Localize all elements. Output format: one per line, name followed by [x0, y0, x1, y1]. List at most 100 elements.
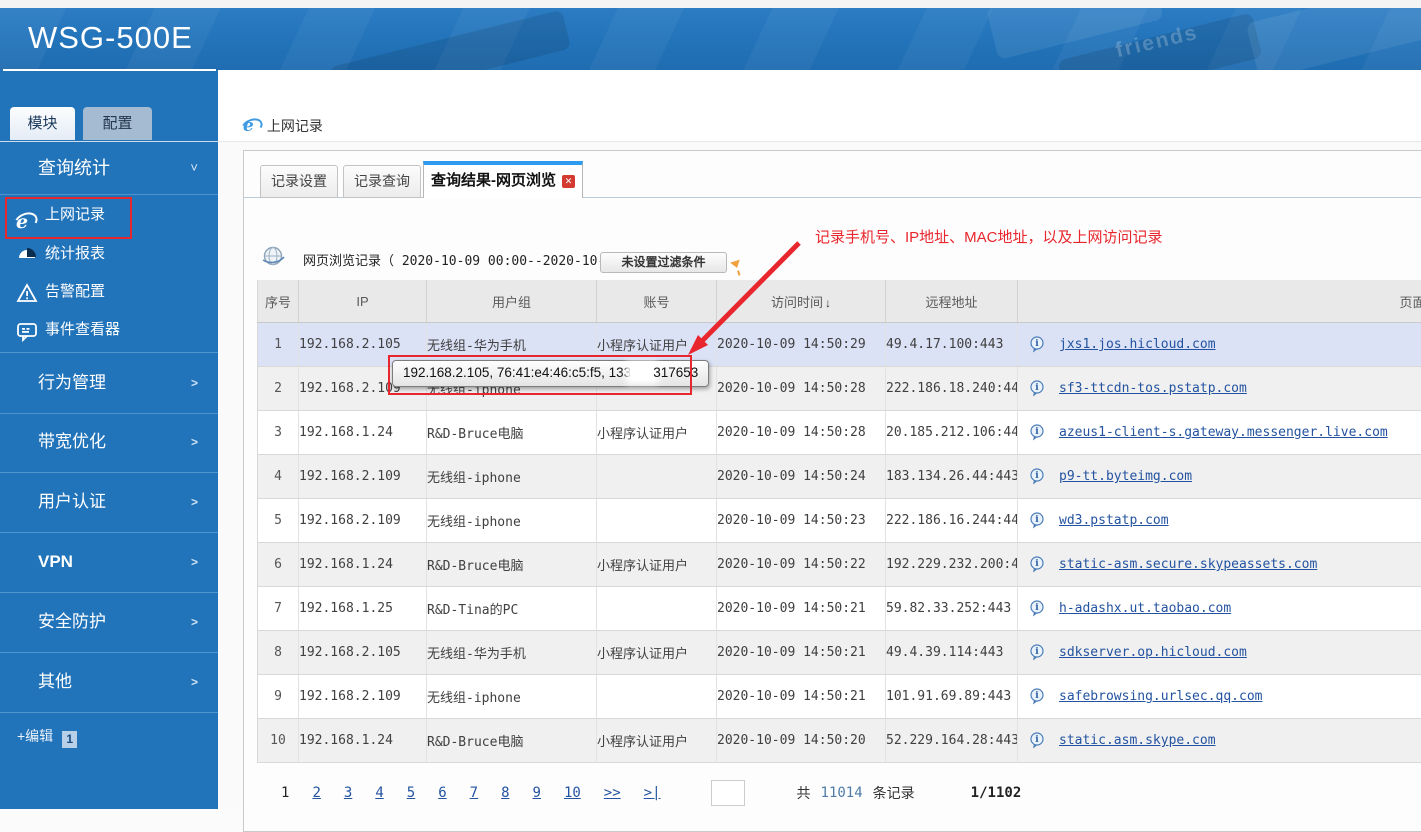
page-url-link[interactable]: sf3-ttcdn-tos.pstatp.com	[1059, 381, 1247, 396]
tab-query-result-web[interactable]: 查询结果-网页浏览✕	[423, 161, 583, 198]
page-url-link[interactable]: azeus1-client-s.gateway.messenger.live.c…	[1059, 425, 1388, 440]
col-header-ip[interactable]: IP	[299, 280, 427, 323]
svg-text:i: i	[1035, 383, 1039, 393]
cell-remote: 49.4.39.114:443	[886, 631, 1018, 675]
close-icon[interactable]: ✕	[562, 175, 575, 188]
table-row[interactable]: 6 192.168.1.24 R&D-Bruce电脑 小程序认证用户 2020-…	[258, 543, 1421, 587]
cell-remote: 49.4.17.100:443	[886, 323, 1018, 367]
sidebar-item-event-viewer[interactable]: 事件查看器	[0, 311, 218, 349]
cell-account: 小程序认证用户	[597, 631, 717, 675]
chevron-right-icon: >	[191, 532, 198, 592]
info-icon[interactable]: i	[1030, 512, 1044, 529]
tab-record-query[interactable]: 记录查询	[343, 165, 421, 198]
page-link-10[interactable]: 10	[564, 785, 581, 801]
page-link-3[interactable]: 3	[344, 785, 352, 801]
sidebar-group-other[interactable]: 其他 >	[0, 652, 218, 713]
page-link-4[interactable]: 4	[375, 785, 383, 801]
cell-group: 无线组-iphone	[427, 675, 597, 719]
group-label: VPN	[38, 552, 73, 571]
info-icon[interactable]: i	[1030, 556, 1044, 573]
sidebar-group-vpn[interactable]: VPN >	[0, 532, 218, 593]
last-page-link[interactable]: >|	[644, 785, 661, 801]
sidebar-tab-modules[interactable]: 模块	[10, 107, 75, 140]
cell-no: 4	[258, 455, 299, 499]
filter-condition-button[interactable]: 未设置过滤条件	[600, 252, 727, 273]
next-pages-link[interactable]: >>	[604, 785, 621, 801]
col-header-label: 访问时间	[771, 295, 823, 310]
page-link-6[interactable]: 6	[438, 785, 446, 801]
breadcrumb: e 上网记录	[243, 114, 323, 138]
cell-no: 9	[258, 675, 299, 719]
sidebar-group-behavior[interactable]: 行为管理 >	[0, 352, 218, 414]
svg-text:i: i	[1035, 471, 1039, 481]
col-header-no[interactable]: 序号	[258, 280, 299, 323]
cell-account	[597, 675, 717, 719]
sidebar-tab-label: 配置	[102, 115, 132, 132]
svg-text:i: i	[1035, 515, 1039, 525]
cell-remote: 52.229.164.28:443	[886, 719, 1018, 763]
sidebar-item-alarm-config[interactable]: 告警配置	[0, 273, 218, 311]
table-row[interactable]: 3 192.168.1.24 R&D-Bruce电脑 小程序认证用户 2020-…	[258, 411, 1421, 455]
col-header-group[interactable]: 用户组	[427, 280, 597, 323]
sidebar-section-query-stats[interactable]: 查询统计 ˅	[0, 142, 218, 195]
page-url-link[interactable]: static-asm.secure.skypeassets.com	[1059, 557, 1317, 572]
page-link-2[interactable]: 2	[312, 785, 320, 801]
sidebar-group-security[interactable]: 安全防护 >	[0, 592, 218, 653]
page-url-link[interactable]: wd3.pstatp.com	[1059, 513, 1169, 528]
info-icon[interactable]: i	[1030, 336, 1044, 353]
page-url-link[interactable]: p9-tt.byteimg.com	[1059, 469, 1192, 484]
page-url-link[interactable]: safebrowsing.urlsec.qq.com	[1059, 689, 1263, 704]
page-url-link[interactable]: sdkserver.op.hicloud.com	[1059, 645, 1247, 660]
sidebar-tab-config[interactable]: 配置	[83, 107, 152, 140]
header-band: friends WSG-500E	[0, 8, 1421, 70]
page-url-link[interactable]: jxs1.jos.hicloud.com	[1059, 337, 1216, 352]
info-icon[interactable]: i	[1030, 424, 1044, 441]
cell-time: 2020-10-09 14:50:22	[717, 543, 886, 587]
page-link-8[interactable]: 8	[501, 785, 509, 801]
info-icon[interactable]: i	[1030, 468, 1044, 485]
cell-ip: 192.168.1.24	[299, 719, 427, 763]
table-row[interactable]: 5 192.168.2.109 无线组-iphone 2020-10-09 14…	[258, 499, 1421, 543]
col-header-remote[interactable]: 远程地址	[886, 280, 1018, 323]
info-icon[interactable]: i	[1030, 732, 1044, 749]
col-header-time[interactable]: 访问时间↓	[717, 280, 886, 323]
col-header-account[interactable]: 账号	[597, 280, 717, 323]
cell-time: 2020-10-09 14:50:21	[717, 675, 886, 719]
sidebar-item-label: 事件查看器	[45, 321, 120, 338]
table-row[interactable]: 10 192.168.1.24 R&D-Bruce电脑 小程序认证用户 2020…	[258, 719, 1421, 763]
cell-time: 2020-10-09 14:50:23	[717, 499, 886, 543]
info-icon[interactable]: i	[1030, 380, 1044, 397]
sidebar-group-bandwidth[interactable]: 带宽优化 >	[0, 412, 218, 473]
group-label: 其他	[38, 672, 72, 691]
ie-browser-icon: e	[243, 117, 254, 135]
table-row[interactable]: 8 192.168.2.105 无线组-华为手机 小程序认证用户 2020-10…	[258, 631, 1421, 675]
table-row[interactable]: 4 192.168.2.109 无线组-iphone 2020-10-09 14…	[258, 455, 1421, 499]
sidebar-edit-button[interactable]: +编辑1	[17, 726, 77, 748]
tab-record-settings[interactable]: 记录设置	[260, 165, 338, 198]
cell-group: R&D-Bruce电脑	[427, 719, 597, 763]
info-icon[interactable]: i	[1030, 688, 1044, 705]
chevron-right-icon: >	[191, 592, 198, 652]
page-link-7[interactable]: 7	[470, 785, 478, 801]
table-row[interactable]: 9 192.168.2.109 无线组-iphone 2020-10-09 14…	[258, 675, 1421, 719]
table-row[interactable]: 7 192.168.1.25 R&D-Tina的PC 2020-10-09 14…	[258, 587, 1421, 631]
page-link-5[interactable]: 5	[407, 785, 415, 801]
sidebar-item-report[interactable]: 统计报表	[0, 235, 218, 273]
sidebar-group-user-auth[interactable]: 用户认证 >	[0, 472, 218, 533]
cell-time: 2020-10-09 14:50:21	[717, 631, 886, 675]
page-link-9[interactable]: 9	[533, 785, 541, 801]
tab-label: 记录设置	[271, 173, 327, 189]
page-url-link[interactable]: h-adashx.ut.taobao.com	[1059, 601, 1231, 616]
cell-no: 7	[258, 587, 299, 631]
sidebar: 模块 配置 查询统计 ˅ e 上网记录 统计报表 告警配置	[0, 70, 218, 809]
goto-page-input[interactable]	[711, 780, 745, 806]
col-header-page[interactable]: 页面	[1018, 280, 1421, 323]
cell-ip: 192.168.2.109	[299, 455, 427, 499]
group-label: 用户认证	[38, 492, 106, 511]
section-label: 查询统计	[38, 158, 110, 178]
page-url-link[interactable]: static.asm.skype.com	[1059, 733, 1216, 748]
info-icon[interactable]: i	[1030, 644, 1044, 661]
info-icon[interactable]: i	[1030, 600, 1044, 617]
speech-bubble-icon	[16, 319, 38, 341]
cell-time: 2020-10-09 14:50:24	[717, 455, 886, 499]
